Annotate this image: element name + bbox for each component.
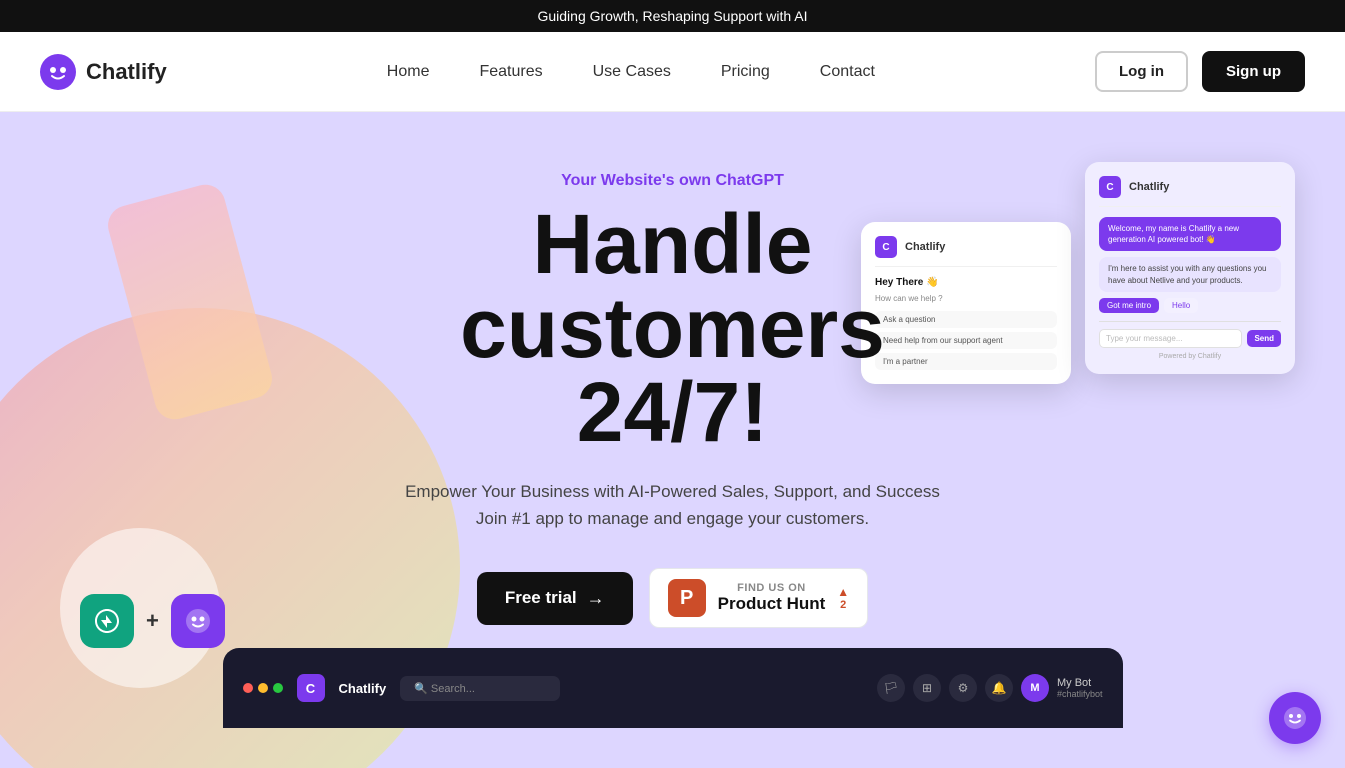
app-search[interactable]: 🔍 Search... [400,676,560,701]
product-hunt-badge[interactable]: P FIND US ON Product Hunt ▲ 2 [649,568,869,628]
quick-replies: Got me intro Hello [1099,298,1281,313]
upvote-icon: ▲ [837,585,849,599]
signup-button[interactable]: Sign up [1202,51,1305,92]
bot-greeting: Welcome, my name is Chatlify a new gener… [1099,217,1281,251]
app-logo: C [297,674,325,702]
settings-icon: ⚙ [949,674,977,702]
dot-red [243,683,253,693]
hero-title-line1: Handle [532,197,812,291]
chat-card-2-logo: C [1099,176,1121,198]
free-trial-label: Free trial [505,588,577,608]
window-dots [243,683,283,693]
product-hunt-votes: ▲ 2 [837,585,849,611]
hero-title: Handle customers 24/7! [405,202,940,454]
nav-home[interactable]: Home [387,63,430,80]
flag-icon: 🏳 [877,674,905,702]
product-hunt-logo: P [668,579,706,617]
app-preview: C Chatlify 🔍 Search... 🏳 ⊞ ⚙ 🔔 M My Bot … [20,648,1325,728]
hero-title-line2: customers [460,281,885,375]
chat-input-row: Type your message... Send [1099,321,1281,348]
user-avatar: M [1021,674,1049,702]
nav-links: Home Features Use Cases Pricing Contact [387,63,875,81]
icon-badges: + [80,594,225,648]
app-icons: 🏳 ⊞ ⚙ 🔔 M My Bot #chatlifybot [877,674,1103,702]
free-trial-button[interactable]: Free trial → [477,572,633,625]
nav-features[interactable]: Features [479,63,542,80]
hero-description: Empower Your Business with AI-Powered Sa… [405,478,940,532]
quick-reply-2[interactable]: Hello [1164,298,1198,313]
powered-by: Powered by Chatlify [1099,353,1281,360]
chat-send[interactable]: Send [1247,330,1281,347]
hero-content: Your Website's own ChatGPT Handle custom… [405,172,940,628]
cta-row: Free trial → P FIND US ON Product Hunt ▲… [405,568,940,628]
bot-sub: #chatlifybot [1057,689,1103,699]
nav-contact[interactable]: Contact [820,63,875,80]
chat-input[interactable]: Type your message... [1099,329,1242,348]
app-preview-inner: C Chatlify 🔍 Search... 🏳 ⊞ ⚙ 🔔 M My Bot … [223,648,1123,728]
dot-yellow [258,683,268,693]
product-hunt-text: FIND US ON Product Hunt [718,582,826,614]
nav-use-cases[interactable]: Use Cases [593,63,671,80]
chatlify-icon-badge [171,594,225,648]
dot-green [273,683,283,693]
chat-card-2: C Chatlify Welcome, my name is Chatlify … [1085,162,1295,374]
top-banner: Guiding Growth, Reshaping Support with A… [0,0,1345,32]
chat-card-2-title: Chatlify [1129,181,1169,193]
arrow-right-icon: → [587,588,605,609]
hero-section: + C Chatlify Hey There 👋 How can we help… [0,112,1345,768]
app-bot-info: My Bot #chatlifybot [1057,677,1103,699]
chatbot-float-button[interactable] [1269,692,1321,744]
hero-desc-line2: Join #1 app to manage and engage your cu… [476,509,869,528]
vote-count: 2 [840,599,846,611]
bot-name: My Bot [1057,677,1103,689]
find-us-label: FIND US ON [718,582,826,594]
bell-icon: 🔔 [985,674,1013,702]
navbar: Chatlify Home Features Use Cases Pricing… [0,32,1345,112]
hero-desc-line1: Empower Your Business with AI-Powered Sa… [405,482,940,501]
logo-area: Chatlify [40,54,167,90]
plus-sign: + [146,608,159,634]
nav-pricing[interactable]: Pricing [721,63,770,80]
hero-title-line3: 24/7! [577,365,768,459]
app-name: Chatlify [339,681,387,696]
quick-reply-1[interactable]: Got me intro [1099,298,1159,313]
login-button[interactable]: Log in [1095,51,1188,92]
openai-icon-badge [80,594,134,648]
banner-text: Guiding Growth, Reshaping Support with A… [537,8,807,24]
product-hunt-name: Product Hunt [718,594,826,614]
nav-buttons: Log in Sign up [1095,51,1305,92]
user-bubble: I'm here to assist you with any question… [1099,257,1281,291]
logo-icon [40,54,76,90]
grid-icon: ⊞ [913,674,941,702]
chat-card-2-header: C Chatlify [1099,176,1281,207]
logo-text: Chatlify [86,59,167,85]
hero-subtitle: Your Website's own ChatGPT [405,172,940,190]
